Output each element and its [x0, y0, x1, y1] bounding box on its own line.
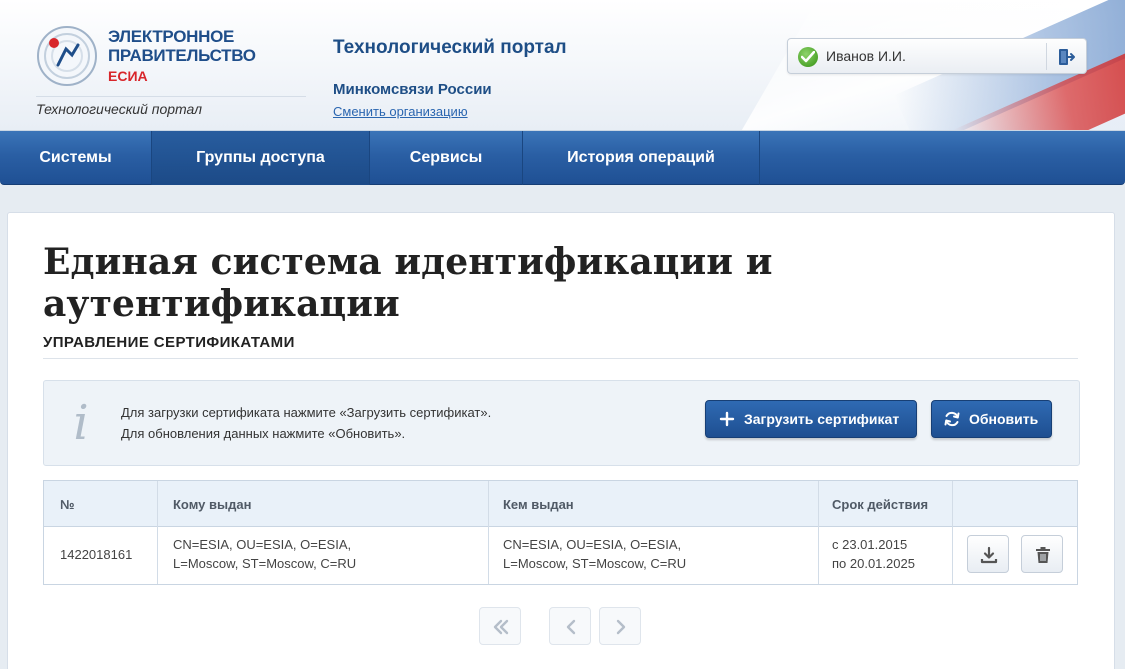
first-page-button[interactable] [479, 607, 521, 645]
portal-title: Технологический портал [333, 37, 567, 58]
organization-name: Минкомсвязи России [333, 81, 492, 98]
delete-certificate-button[interactable] [1021, 535, 1063, 573]
trash-icon [1036, 547, 1050, 563]
download-certificate-button[interactable] [967, 535, 1009, 573]
column-divider [952, 481, 953, 584]
header-issued-by[interactable]: Кем выдан [503, 497, 574, 512]
header-validity[interactable]: Срок действия [832, 497, 928, 512]
cell-valid-from: с 23.01.2015 [832, 537, 908, 552]
nav-item-systems[interactable]: Системы [0, 131, 152, 185]
user-name: Иванов И.И. [826, 48, 906, 64]
column-divider [818, 481, 819, 584]
info-text-upload: Для загрузки сертификата нажмите «Загруз… [121, 405, 492, 420]
refresh-button[interactable]: Обновить [931, 400, 1052, 438]
previous-page-button[interactable] [549, 607, 591, 645]
header-issued-to[interactable]: Кому выдан [173, 497, 251, 512]
cell-issued-by-line1: CN=ESIA, OU=ESIA, O=ESIA, [503, 537, 682, 552]
header: ЭЛЕКТРОННОЕ ПРАВИТЕЛЬСТВО ЕСИА Технологи… [0, 0, 1125, 131]
nav-item-services[interactable]: Сервисы [370, 131, 523, 185]
page-title: Единая система идентификации и аутентифи… [43, 241, 773, 325]
next-page-button[interactable] [599, 607, 641, 645]
info-panel [43, 380, 1080, 466]
logo-text-line2: ПРАВИТЕЛЬСТВО [108, 46, 256, 65]
cell-valid-to: по 20.01.2025 [832, 556, 915, 571]
cell-number: 1422018161 [60, 547, 133, 562]
logo-subtitle: Технологический портал [36, 101, 203, 117]
header-number[interactable]: № [60, 497, 75, 512]
cell-issued-to-line1: CN=ESIA, OU=ESIA, O=ESIA, [173, 537, 352, 552]
chevron-right-icon [616, 619, 626, 635]
nav-item-operations-history[interactable]: История операций [523, 131, 760, 185]
logout-icon[interactable] [1056, 47, 1076, 67]
user-panel[interactable]: Иванов И.И. [787, 38, 1087, 74]
cell-issued-to-line2: L=Moscow, ST=Moscow, C=RU [173, 556, 357, 571]
esia-emblem-icon [37, 26, 97, 86]
download-icon [980, 546, 998, 564]
plus-icon [719, 411, 735, 427]
info-icon: i [73, 395, 89, 451]
double-chevron-left-icon [493, 619, 509, 635]
column-divider [157, 481, 158, 584]
nav-item-access-groups[interactable]: Группы доступа [152, 131, 370, 185]
refresh-icon [944, 411, 960, 427]
check-icon [798, 47, 818, 67]
column-divider [488, 481, 489, 584]
section-title: УПРАВЛЕНИЕ СЕРТИФИКАТАМИ [43, 334, 295, 351]
user-panel-divider [1046, 43, 1047, 70]
logo-divider [36, 96, 306, 97]
info-text-refresh: Для обновления данных нажмите «Обновить»… [121, 426, 406, 441]
cell-issued-by-line2: L=Moscow, ST=Moscow, C=RU [503, 556, 687, 571]
upload-certificate-label: Загрузить сертификат [744, 411, 900, 427]
change-organization-link[interactable]: Сменить организацию [333, 104, 468, 119]
main-navigation: Системы Группы доступа Сервисы История о… [0, 131, 1125, 185]
refresh-label: Обновить [969, 411, 1039, 427]
logo-text-esia: ЕСИА [108, 68, 148, 84]
section-divider [43, 358, 1078, 359]
logo-text-line1: ЭЛЕКТРОННОЕ [108, 27, 235, 46]
certificates-table: № Кому выдан Кем выдан Срок действия 142… [43, 480, 1078, 585]
chevron-left-icon [566, 619, 576, 635]
upload-certificate-button[interactable]: Загрузить сертификат [705, 400, 917, 438]
